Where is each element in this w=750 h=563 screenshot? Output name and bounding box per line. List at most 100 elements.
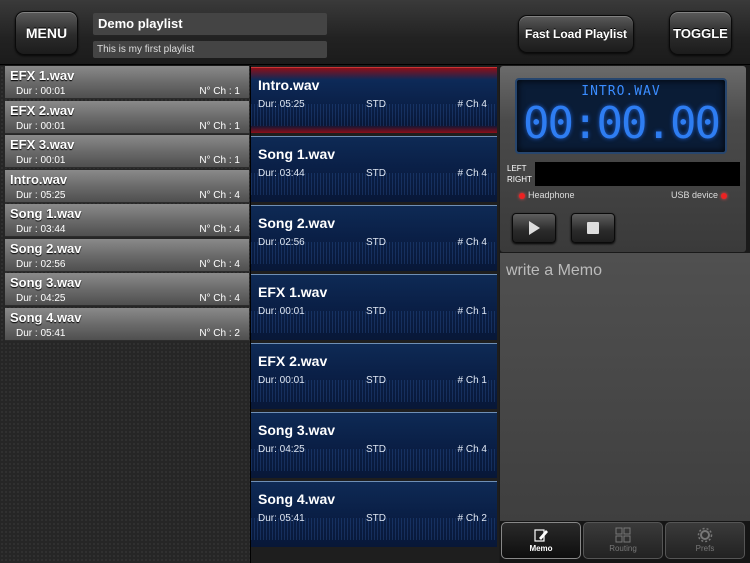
library-item-channels: N° Ch : 4	[199, 189, 240, 201]
playlist-description-field[interactable]: This is my first playlist	[93, 41, 327, 58]
play-button[interactable]	[512, 213, 556, 243]
library-item-name: Song 4.wav	[10, 309, 82, 325]
library-list[interactable]: EFX 1.wav Dur : 00:01 N° Ch : 1 EFX 2.wav Du…	[0, 66, 250, 563]
library-item-channels: N° Ch : 4	[199, 224, 240, 235]
library-item-channels: N° Ch : 4	[199, 293, 240, 304]
library-item-channels: N° Ch : 1	[199, 120, 240, 132]
playlist-item-channels: # Ch 4	[457, 444, 487, 455]
playlist-item-name: Intro.wav	[258, 77, 320, 93]
library-item-duration: Dur : 02:56	[16, 258, 66, 270]
playlist-item-name: EFX 2.wav	[258, 353, 328, 369]
library-item-name: Song 3.wav	[10, 275, 82, 290]
library-item-channels: N° Ch : 2	[199, 327, 240, 339]
playlist-item-channels: # Ch 1	[457, 306, 487, 317]
library-item[interactable]: Song 1.wav Dur : 03:44 N° Ch : 4	[5, 204, 249, 237]
library-item-name: EFX 1.wav	[10, 68, 75, 83]
library-item-duration: Dur : 05:41	[16, 327, 66, 339]
playlist-item-duration: Dur: 05:41	[258, 513, 305, 524]
stop-button[interactable]	[571, 213, 615, 243]
routing-icon	[615, 527, 631, 543]
playlist-item[interactable]: EFX 2.wav Dur: 00:01 STD # Ch 1	[251, 343, 497, 409]
playlist-item-type: STD	[366, 375, 386, 386]
library-item-duration: Dur : 03:44	[16, 224, 66, 235]
playlist-item-name: Song 4.wav	[258, 491, 336, 507]
library-item-duration: Dur : 00:01	[16, 86, 66, 97]
library-item-name: EFX 3.wav	[10, 137, 75, 152]
usb-device-label: USB device	[670, 190, 718, 200]
library-item-name: Intro.wav	[10, 171, 68, 187]
tab-routing[interactable]: Routing	[583, 522, 663, 559]
playlist-item-name: EFX 1.wav	[258, 284, 328, 300]
tab-memo[interactable]: Memo	[501, 522, 581, 559]
playlist-item-duration: Dur: 04:25	[258, 444, 305, 455]
library-item[interactable]: EFX 3.wav Dur : 00:01 N° Ch : 1	[5, 135, 249, 168]
playlist-item[interactable]: Intro.wav Dur: 05:25 STD # Ch 4	[251, 67, 497, 133]
playlist-item-channels: # Ch 4	[457, 99, 487, 110]
library-item-channels: N° Ch : 4	[199, 258, 240, 270]
level-meter: LEFT RIGHT	[505, 162, 740, 188]
stop-icon	[587, 222, 599, 234]
gear-icon	[697, 527, 713, 543]
playlist-item-duration: Dur: 02:56	[258, 237, 305, 248]
memo-area[interactable]: write a Memo	[500, 253, 750, 521]
playlist-item[interactable]: Song 4.wav Dur: 05:41 STD # Ch 2	[251, 481, 497, 547]
toggle-button[interactable]: TOGGLE	[669, 11, 732, 55]
library-item[interactable]: Song 4.wav Dur : 05:41 N° Ch : 2	[5, 307, 249, 341]
playlist-item[interactable]: Song 1.wav Dur: 03:44 STD # Ch 4	[251, 136, 497, 202]
library-item[interactable]: EFX 1.wav Dur : 00:01 N° Ch : 1	[5, 66, 249, 99]
headphone-led-icon	[519, 192, 525, 199]
playlist-item-name: Song 3.wav	[258, 422, 336, 438]
library-item-name: Song 2.wav	[10, 240, 82, 256]
headphone-indicator: Headphone	[516, 190, 575, 200]
tab-bar: Memo Routing Prefs	[500, 521, 750, 563]
playlist-item-type: STD	[366, 444, 386, 455]
playlist-item-channels: # Ch 4	[457, 168, 487, 179]
playlist-item-channels: # Ch 2	[457, 513, 487, 524]
playlist-item-type: STD	[366, 168, 386, 179]
library-item-name: Song 1.wav	[10, 206, 82, 221]
library-item-duration: Dur : 00:01	[16, 120, 66, 132]
library-item-duration: Dur : 00:01	[16, 155, 66, 166]
playlist-item[interactable]: Song 2.wav Dur: 02:56 STD # Ch 4	[251, 205, 497, 271]
playlist-item-duration: Dur: 00:01	[258, 306, 305, 317]
player-panel: INTRO.WAV 00:00.00 LEFT RIGHT Headphone …	[500, 66, 746, 252]
usb-led-icon	[721, 192, 727, 199]
library-item[interactable]: Intro.wav Dur : 05:25 N° Ch : 4	[5, 169, 249, 203]
tab-prefs[interactable]: Prefs	[665, 522, 745, 559]
tab-prefs-label: Prefs	[695, 544, 715, 553]
play-icon	[528, 221, 540, 235]
library-item[interactable]: EFX 2.wav Dur : 00:01 N° Ch : 1	[5, 100, 249, 134]
playlist-list[interactable]: Intro.wav Dur: 05:25 STD # Ch 4 Song 1.wav Du…	[251, 66, 499, 563]
library-item[interactable]: Song 3.wav Dur : 04:25 N° Ch : 4	[5, 273, 249, 306]
fast-load-playlist-button[interactable]: Fast Load Playlist	[518, 15, 634, 53]
library-item-duration: Dur : 05:25	[16, 189, 66, 201]
playlist-item-type: STD	[366, 99, 386, 110]
usb-device-indicator: USB device	[671, 190, 730, 200]
playlist-item-type: STD	[366, 306, 386, 317]
playlist-item[interactable]: EFX 1.wav Dur: 00:01 STD # Ch 1	[251, 274, 497, 340]
playlist-item[interactable]: Song 3.wav Dur: 04:25 STD # Ch 4	[251, 412, 497, 478]
lcd-display: INTRO.WAV 00:00.00	[515, 78, 727, 154]
playlist-item-duration: Dur: 00:01	[258, 375, 305, 386]
headphone-label: Headphone	[528, 190, 575, 200]
playlist-item-type: STD	[366, 237, 386, 248]
library-item-duration: Dur : 04:25	[16, 293, 66, 304]
memo-placeholder: write a Memo	[506, 262, 603, 279]
library-item-channels: N° Ch : 1	[199, 155, 240, 166]
time-display: 00:00.00	[523, 98, 721, 149]
right-channel-label: RIGHT	[507, 175, 532, 184]
playlist-item-duration: Dur: 05:25	[258, 99, 305, 110]
memo-icon	[534, 529, 548, 542]
menu-button[interactable]: MENU	[15, 11, 78, 55]
library-item-name: EFX 2.wav	[10, 102, 75, 118]
tab-routing-label: Routing	[609, 544, 637, 553]
library-item-channels: N° Ch : 1	[199, 86, 240, 97]
playlist-item-name: Song 2.wav	[258, 215, 336, 231]
playlist-title-field[interactable]: Demo playlist	[93, 13, 327, 35]
top-bar: MENU Demo playlist This is my first play…	[0, 0, 750, 65]
playlist-item-type: STD	[366, 513, 386, 524]
tab-memo-label: Memo	[529, 544, 553, 553]
current-file-name: INTRO.WAV	[581, 84, 661, 99]
playlist-item-channels: # Ch 1	[457, 375, 487, 386]
library-item[interactable]: Song 2.wav Dur : 02:56 N° Ch : 4	[5, 238, 249, 272]
